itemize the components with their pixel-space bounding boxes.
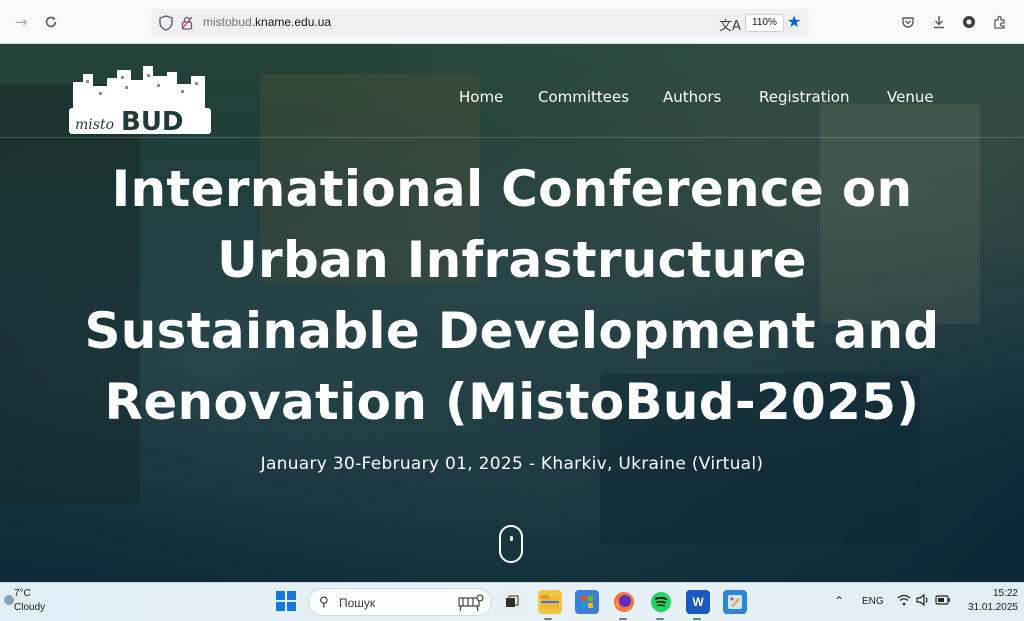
conference-dates: January 30-February 01, 2025 - Kharkiv, … (260, 454, 764, 474)
paint-icon[interactable] (723, 590, 747, 614)
spotify-icon[interactable] (649, 590, 673, 614)
hero-section: misto BUD Home Committees Authors Regist… (0, 44, 1024, 582)
browser-toolbar: → mistobud.kname.edu.ua 文A 110% ★ (0, 0, 1024, 44)
windows-taskbar: 7°C Cloudy ⚲ Пошук W ⌃ ENG 15:22 31.01.2… (0, 582, 1024, 621)
mistobud-logo[interactable]: misto BUD (69, 66, 211, 134)
extensions-icon[interactable] (992, 14, 1008, 30)
main-nav: Home Committees Authors Registration Ven… (459, 88, 979, 110)
clock-time[interactable]: 15:22 (978, 588, 1018, 599)
clock-date[interactable]: 31.01.2025 (958, 602, 1018, 613)
chevron-up-icon[interactable]: ⌃ (834, 594, 844, 608)
firefox-icon[interactable] (612, 590, 636, 614)
reload-icon[interactable] (40, 11, 62, 33)
battery-icon[interactable] (935, 594, 951, 609)
nav-divider (0, 137, 1024, 138)
svg-text:BUD: BUD (121, 107, 184, 134)
active-app-indicator (619, 618, 627, 620)
search-icon: ⚲ (319, 595, 329, 610)
translate-icon[interactable]: 文A (719, 15, 741, 34)
nav-authors[interactable]: Authors (663, 88, 721, 106)
lock-icon[interactable] (181, 16, 193, 30)
nav-home[interactable]: Home (459, 88, 503, 106)
word-icon[interactable]: W (686, 590, 710, 614)
scroll-down-icon[interactable] (499, 525, 523, 563)
active-app-indicator (693, 618, 701, 620)
taskbar-search[interactable]: ⚲ Пошук (308, 588, 492, 616)
active-app-indicator (544, 618, 552, 620)
account-icon[interactable] (961, 14, 977, 30)
search-placeholder: Пошук (339, 596, 376, 610)
shield-icon[interactable] (159, 15, 173, 31)
address-bar[interactable]: mistobud.kname.edu.ua 文A 110% ★ (151, 9, 809, 37)
nav-registration[interactable]: Registration (759, 88, 849, 106)
arrow-left-icon[interactable]: → (10, 11, 32, 33)
weather-temperature: 7°C (14, 588, 31, 599)
language-indicator[interactable]: ENG (862, 596, 884, 607)
volume-icon[interactable] (916, 593, 930, 609)
pocket-icon[interactable] (900, 14, 916, 30)
download-icon[interactable] (931, 14, 947, 30)
weather-condition: Cloudy (14, 602, 46, 613)
zoom-level-badge[interactable]: 110% (745, 14, 784, 32)
nav-venue[interactable]: Venue (887, 88, 934, 106)
svg-text:misto: misto (75, 117, 114, 133)
microsoft-store-icon[interactable] (575, 590, 599, 614)
wifi-icon[interactable] (897, 594, 911, 609)
task-view-icon[interactable] (500, 590, 524, 614)
nav-committees[interactable]: Committees (538, 88, 629, 106)
search-highlight-icon (458, 594, 484, 612)
file-explorer-icon[interactable] (538, 590, 562, 614)
url-text[interactable]: mistobud.kname.edu.ua (203, 15, 331, 29)
cloud-icon (4, 595, 14, 605)
active-app-indicator (656, 618, 664, 620)
star-icon[interactable]: ★ (787, 12, 801, 31)
windows-start-icon[interactable] (276, 591, 296, 611)
conference-title: International Conference on Urban Infras… (84, 160, 940, 431)
